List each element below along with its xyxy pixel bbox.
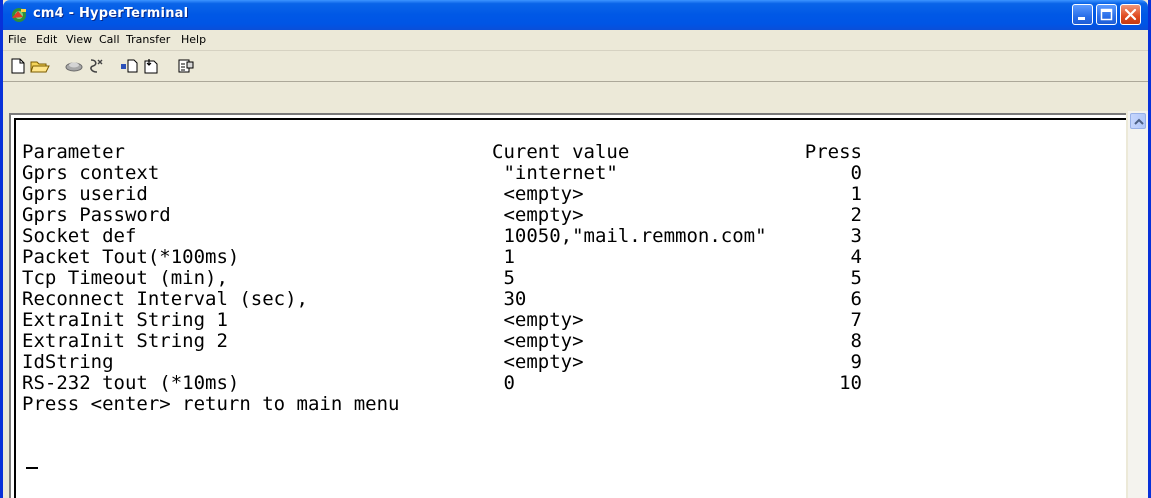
connect-icon	[65, 62, 83, 72]
terminal-row: ExtraInit String 1 <empty> 7	[22, 310, 1122, 331]
toolbar	[3, 51, 1148, 82]
row-value: 10050,"mail.remmon.com"	[492, 225, 767, 247]
window-title: cm4 - HyperTerminal	[33, 6, 189, 21]
open-folder-icon	[30, 61, 50, 73]
hyperterminal-window: cm4 - HyperTerminal File Edit View Call …	[0, 0, 1151, 498]
row-parameter: ExtraInit String 2	[22, 330, 228, 352]
minimize-button[interactable]	[1072, 4, 1093, 25]
row-value: 30	[492, 288, 527, 310]
header-current-value: Curent value	[492, 141, 630, 163]
chevron-up-icon	[1134, 118, 1144, 125]
row-parameter: Packet Tout(*100ms)	[22, 246, 240, 268]
connect-button[interactable]	[63, 56, 85, 76]
row-value: 0	[492, 372, 515, 394]
terminal-window[interactable]: Parameter Curent value Press Gprs contex…	[9, 113, 1126, 498]
row-parameter: Tcp Timeout (min),	[22, 267, 228, 289]
menu-bar: File Edit View Call Transfer Help	[3, 30, 1148, 51]
terminal-cursor	[26, 467, 38, 469]
menu-view[interactable]: View	[66, 33, 92, 46]
row-parameter: Gprs Password	[22, 204, 171, 226]
close-button[interactable]	[1120, 4, 1141, 25]
new-button[interactable]	[7, 56, 29, 76]
disconnect-icon	[90, 59, 103, 73]
row-press-key: 9	[850, 351, 862, 373]
row-value: 5	[492, 267, 515, 289]
disconnect-button[interactable]	[85, 56, 107, 76]
terminal-footer-prompt: Press <enter> return to main menu	[22, 394, 1122, 415]
row-value: 1	[492, 246, 515, 268]
terminal-row: Gprs context "internet" 0	[22, 163, 1122, 184]
row-press-key: 1	[850, 183, 862, 205]
row-parameter: Reconnect Interval (sec),	[22, 288, 308, 310]
row-press-key: 0	[850, 162, 862, 184]
terminal-row: Reconnect Interval (sec), 30 6	[22, 289, 1122, 310]
menu-file[interactable]: File	[8, 33, 26, 46]
scroll-up-button[interactable]	[1130, 113, 1146, 129]
menu-transfer[interactable]: Transfer	[126, 33, 170, 46]
hyperterminal-app-icon[interactable]	[10, 6, 28, 24]
close-icon	[1124, 8, 1137, 21]
row-press-key: 7	[850, 309, 862, 331]
header-press: Press	[804, 141, 862, 163]
terminal-header-row: Parameter Curent value Press	[22, 142, 1122, 163]
menu-edit[interactable]: Edit	[36, 33, 57, 46]
title-bar[interactable]: cm4 - HyperTerminal	[3, 0, 1148, 30]
toolbar-gap	[3, 82, 1148, 111]
terminal-row: Socket def 10050,"mail.remmon.com" 3	[22, 226, 1122, 247]
row-press-key: 5	[850, 267, 862, 289]
row-value: <empty>	[492, 330, 584, 352]
terminal-row: ExtraInit String 2 <empty> 8	[22, 331, 1122, 352]
terminal-row: IdString <empty> 9	[22, 352, 1122, 373]
row-parameter: RS-232 tout (*10ms)	[22, 372, 240, 394]
row-value: <empty>	[492, 309, 584, 331]
terminal-row: Gprs Password <empty> 2	[22, 205, 1122, 226]
terminal-row: RS-232 tout (*10ms) 0 10	[22, 373, 1122, 394]
row-parameter: Gprs context	[22, 162, 160, 184]
row-value: "internet"	[492, 162, 618, 184]
minimize-icon	[1078, 17, 1085, 20]
terminal-screen[interactable]: Parameter Curent value Press Gprs contex…	[14, 118, 1126, 498]
open-button[interactable]	[29, 56, 51, 76]
row-parameter: Gprs userid	[22, 183, 148, 205]
maximize-icon	[1100, 8, 1113, 21]
menu-call[interactable]: Call	[99, 33, 120, 46]
new-document-icon	[11, 58, 25, 74]
footer-text: Press <enter> return to main menu	[22, 393, 400, 415]
vertical-scrollbar[interactable]	[1128, 111, 1148, 498]
row-press-key: 4	[850, 246, 862, 268]
row-parameter: IdString	[22, 351, 114, 373]
row-press-key: 6	[850, 288, 862, 310]
receive-button[interactable]	[141, 56, 163, 76]
row-parameter: ExtraInit String 1	[22, 309, 228, 331]
receive-icon	[144, 59, 158, 74]
send-button[interactable]	[119, 56, 141, 76]
row-press-key: 3	[850, 225, 862, 247]
row-value: <empty>	[492, 183, 584, 205]
row-parameter: Socket def	[22, 225, 137, 247]
row-press-key: 2	[850, 204, 862, 226]
row-press-key: 10	[839, 372, 862, 394]
row-value: <empty>	[492, 351, 584, 373]
row-value: <empty>	[492, 204, 584, 226]
maximize-button[interactable]	[1096, 4, 1117, 25]
properties-button[interactable]	[175, 56, 197, 76]
header-parameter: Parameter	[22, 141, 125, 163]
properties-icon	[178, 59, 194, 73]
menu-help[interactable]: Help	[181, 33, 206, 46]
terminal-row: Gprs userid <empty> 1	[22, 184, 1122, 205]
terminal-row: Tcp Timeout (min), 5 5	[22, 268, 1122, 289]
row-press-key: 8	[850, 330, 862, 352]
send-icon	[121, 59, 138, 73]
terminal-row: Packet Tout(*100ms) 1 4	[22, 247, 1122, 268]
